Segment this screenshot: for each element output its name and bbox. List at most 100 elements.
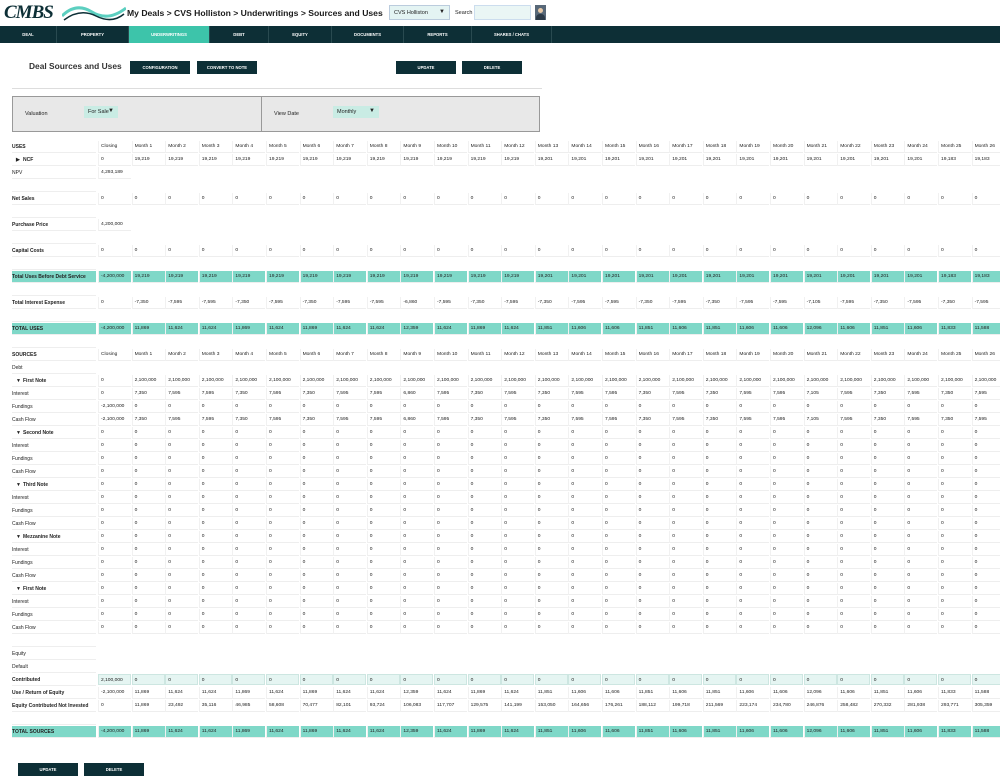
footer-update-button[interactable]: UPDATE [18, 763, 78, 776]
table-cell: -7,595 [602, 297, 635, 309]
contribution-input[interactable]: 0 [938, 674, 971, 685]
table-cell: 0 [635, 401, 669, 413]
table-cell: 11,851 [870, 687, 904, 699]
table-cell: 0 [803, 427, 837, 439]
table-cell: 0 [434, 557, 467, 569]
table-cell: 0 [904, 427, 938, 439]
table-cell: 7,595 [669, 414, 703, 426]
table-cell: -7,350 [870, 297, 904, 309]
table-cell: 0 [803, 245, 837, 257]
table-cell: 0 [602, 518, 635, 530]
table-cell: 0 [702, 466, 736, 478]
contribution-input[interactable]: 0 [770, 674, 803, 685]
contribution-input[interactable]: 0 [366, 674, 400, 685]
contribution-input[interactable]: 0 [198, 674, 232, 685]
toggle-icon[interactable]: ▼ [16, 583, 23, 595]
table-cell: 0 [669, 492, 703, 504]
toggle-icon[interactable]: ▼ [16, 375, 23, 387]
contribution-input[interactable]: 0 [299, 674, 333, 685]
column-header: Month 11 [467, 141, 501, 153]
table-cell: 11,851 [702, 726, 736, 738]
column-header: Month 17 [669, 349, 703, 361]
table-cell: 7,105 [803, 388, 837, 400]
contribution-input[interactable]: 0 [669, 674, 703, 685]
column-header: Month 23 [870, 349, 904, 361]
table-cell: 0 [669, 531, 703, 543]
table-cell: 0 [770, 583, 803, 595]
contribution-input[interactable]: 0 [165, 674, 199, 685]
contribution-input[interactable]: 2,100,000 [98, 674, 131, 685]
table-cell: 0 [669, 544, 703, 556]
contribution-input[interactable]: 0 [803, 674, 837, 685]
table-cell: 0 [232, 570, 266, 582]
table-cell: -7,595 [568, 297, 602, 309]
toggle-icon[interactable]: ▼ [16, 427, 23, 439]
contribution-input[interactable]: 0 [501, 674, 535, 685]
table-cell: 0 [870, 440, 904, 452]
footer-delete-button[interactable]: DELETE [84, 763, 144, 776]
contribution-input[interactable]: 0 [702, 674, 736, 685]
table-cell: 0 [870, 544, 904, 556]
table-cell: 11,624 [266, 726, 299, 738]
table-cell: 0 [870, 245, 904, 257]
contribution-input[interactable]: 0 [736, 674, 770, 685]
table-cell: 0 [803, 557, 837, 569]
contribution-input[interactable]: 0 [534, 674, 568, 685]
table-cell: 11,851 [534, 726, 568, 738]
toggle-icon[interactable]: ▼ [16, 531, 23, 543]
table-cell: 0 [702, 193, 736, 205]
contribution-input[interactable]: 0 [568, 674, 602, 685]
table-cell: 0 [98, 492, 131, 504]
table-cell: 0 [702, 427, 736, 439]
contribution-input[interactable]: 0 [434, 674, 467, 685]
contribution-input[interactable]: 0 [131, 674, 165, 685]
contribution-input[interactable]: 0 [635, 674, 669, 685]
contribution-input[interactable]: 0 [870, 674, 904, 685]
table-cell: 0 [803, 193, 837, 205]
toggle-icon[interactable]: ▶ [16, 154, 23, 166]
column-header: Month 6 [299, 349, 333, 361]
table-cell: 7,595 [568, 388, 602, 400]
table-cell: 0 [736, 557, 770, 569]
table-cell: 0 [938, 440, 971, 452]
contribution-input[interactable]: 0 [971, 674, 1000, 685]
table-cell: 2,100,000 [534, 375, 568, 387]
row-label-text: Total Uses Before Debt Service [12, 274, 86, 280]
table-cell: 7,595 [770, 388, 803, 400]
table-row: ▼ First Note 0 2,100,000 2,100,000 2,100,000 2… [12, 375, 1000, 387]
contribution-input[interactable]: 0 [904, 674, 938, 685]
contribution-input[interactable]: 0 [232, 674, 266, 685]
table-cell: -7,595 [837, 297, 871, 309]
table-cell: 2,100,000 [904, 375, 938, 387]
toggle-icon[interactable]: ▼ [16, 479, 23, 491]
table-cell: 0 [266, 440, 299, 452]
row-label: ▼ First Note [12, 583, 96, 595]
contribution-input[interactable]: 0 [467, 674, 501, 685]
table-cell: 0 [299, 570, 333, 582]
contribution-input[interactable]: 0 [837, 674, 871, 685]
table-cell: 0 [333, 479, 367, 491]
table-cell: 2,100,000 [635, 375, 669, 387]
table-cell: 0 [467, 401, 501, 413]
table-cell: 0 [736, 596, 770, 608]
row-label-text: Fundings [12, 508, 33, 514]
table-cell: 0 [434, 518, 467, 530]
table-cell: 0 [568, 596, 602, 608]
table-cell: 0 [971, 609, 1000, 621]
table-cell: 0 [534, 583, 568, 595]
table-cell: 0 [635, 622, 669, 634]
table-cell: 11,606 [602, 323, 635, 335]
table-cell: 2,100,000 [938, 375, 971, 387]
contribution-input[interactable]: 0 [266, 674, 299, 685]
column-header: Month 23 [870, 141, 904, 153]
table-cell: 0 [803, 401, 837, 413]
table-cell: 0 [400, 596, 434, 608]
table-cell: 11,606 [736, 323, 770, 335]
table-cell: 0 [366, 466, 400, 478]
contribution-input[interactable]: 0 [602, 674, 635, 685]
table-row: Fundings 0 0 0 0 0 0 0 0 0 0 0 0 0 0 0 0 0 0 0 0 0 0 0 0 0 0 0 [12, 557, 1000, 569]
contribution-input[interactable]: 0 [400, 674, 434, 685]
table-cell: 12,096 [803, 726, 837, 738]
table-cell: 11,869 [131, 700, 165, 712]
contribution-input[interactable]: 0 [333, 674, 367, 685]
